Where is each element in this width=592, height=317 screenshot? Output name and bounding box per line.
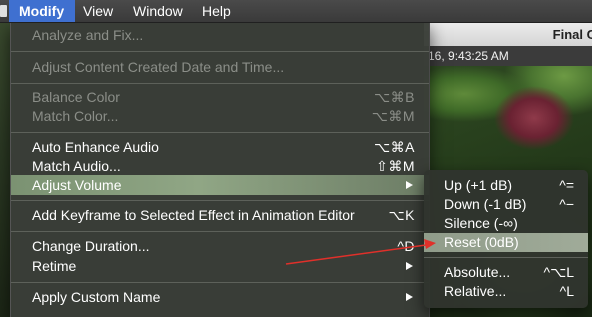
menu-help[interactable]: Help xyxy=(202,0,231,22)
menu-item-add-keyframe[interactable]: Add Keyframe to Selected Effect in Anima… xyxy=(11,205,429,225)
menu-item-label: Adjust Volume xyxy=(32,177,122,193)
menu-item-shortcut: ^D xyxy=(397,238,415,254)
menu-item-change-duration[interactable]: Change Duration... ^D xyxy=(11,236,429,256)
submenu-item-reset[interactable]: Reset (0dB) xyxy=(424,233,588,252)
menu-item-analyze-and-fix[interactable]: Analyze and Fix... xyxy=(11,25,429,45)
menu-item-adjust-content-created-date[interactable]: Adjust Content Created Date and Time... xyxy=(11,57,429,77)
menu-item-match-color[interactable]: Match Color... ⌥⌘M xyxy=(11,106,429,126)
menu-item-balance-color[interactable]: Balance Color ⌥⌘B xyxy=(11,87,429,107)
submenu-item-silence[interactable]: Silence (-∞) xyxy=(424,214,588,233)
menu-separator xyxy=(11,132,429,133)
menu-item-label: Change Duration... xyxy=(32,238,150,254)
submenu-arrow-icon xyxy=(406,181,413,189)
menu-item-label: Analyze and Fix... xyxy=(32,27,144,43)
menu-item-shortcut: ^L xyxy=(559,283,574,299)
menu-item-shortcut: ⌥K xyxy=(388,207,415,223)
viewer-info-bar: 16, 9:43:25 AM xyxy=(424,46,592,66)
submenu-item-volume-up[interactable]: Up (+1 dB) ^= xyxy=(424,176,588,195)
menu-separator xyxy=(11,231,429,232)
viewer-title-bar: Final C xyxy=(424,22,592,47)
menu-item-retime[interactable]: Retime xyxy=(11,256,429,276)
menu-modify[interactable]: Modify xyxy=(9,0,75,22)
menu-separator xyxy=(11,51,429,52)
menu-item-label: Silence (-∞) xyxy=(444,215,518,231)
modify-menu: Analyze and Fix... Adjust Content Create… xyxy=(10,22,430,317)
menu-item-shortcut: ⌥⌘M xyxy=(371,108,415,124)
submenu-item-relative[interactable]: Relative... ^L xyxy=(424,282,588,301)
submenu-item-volume-down[interactable]: Down (-1 dB) ^− xyxy=(424,195,588,214)
submenu-arrow-icon xyxy=(406,293,413,301)
menu-item-label: Apply Custom Name xyxy=(32,289,161,305)
menu-item-apply-custom-name[interactable]: Apply Custom Name xyxy=(11,287,429,307)
menu-item-label: Auto Enhance Audio xyxy=(32,139,159,155)
menu-item-shortcut: ⌥⌘A xyxy=(374,139,415,155)
menubar-edge-icon xyxy=(0,0,9,22)
menu-view[interactable]: View xyxy=(83,0,113,22)
menu-item-label: Reset (0dB) xyxy=(444,234,519,250)
menu-separator xyxy=(11,282,429,283)
menu-item-label: Match Color... xyxy=(32,108,119,124)
menu-item-shortcut: ^⌥L xyxy=(543,264,575,280)
menu-separator xyxy=(424,257,588,258)
menu-item-label: Relative... xyxy=(444,283,507,299)
menu-item-shortcut: ⇧⌘M xyxy=(376,158,415,174)
menu-item-label: Adjust Content Created Date and Time... xyxy=(32,59,285,75)
menu-item-label: Down (-1 dB) xyxy=(444,196,527,212)
menu-item-adjust-volume[interactable]: Adjust Volume xyxy=(11,175,429,195)
menu-window[interactable]: Window xyxy=(133,0,183,22)
menu-separator xyxy=(11,83,429,84)
menu-separator xyxy=(11,200,429,201)
menu-item-label: Absolute... xyxy=(444,264,511,280)
menu-item-label: Match Audio... xyxy=(32,158,121,174)
adjust-volume-submenu: Up (+1 dB) ^= Down (-1 dB) ^− Silence (-… xyxy=(424,170,588,308)
menu-item-shortcut: ^= xyxy=(559,177,574,193)
menu-item-label: Up (+1 dB) xyxy=(444,177,513,193)
submenu-item-absolute[interactable]: Absolute... ^⌥L xyxy=(424,263,588,282)
menu-item-label: Retime xyxy=(32,258,77,274)
menu-item-match-audio[interactable]: Match Audio... ⇧⌘M xyxy=(11,156,429,176)
menu-bar: Modify View Window Help xyxy=(0,0,592,23)
clip-timestamp: 16, 9:43:25 AM xyxy=(428,49,509,63)
menu-item-shortcut: ^− xyxy=(559,196,574,212)
menu-item-shortcut: ⌥⌘B xyxy=(374,89,415,105)
submenu-arrow-icon xyxy=(406,262,413,270)
menu-item-label: Add Keyframe to Selected Effect in Anima… xyxy=(32,207,355,223)
menu-item-label: Balance Color xyxy=(32,89,120,105)
menu-item-auto-enhance-audio[interactable]: Auto Enhance Audio ⌥⌘A xyxy=(11,137,429,157)
window-title: Final C xyxy=(552,27,592,42)
